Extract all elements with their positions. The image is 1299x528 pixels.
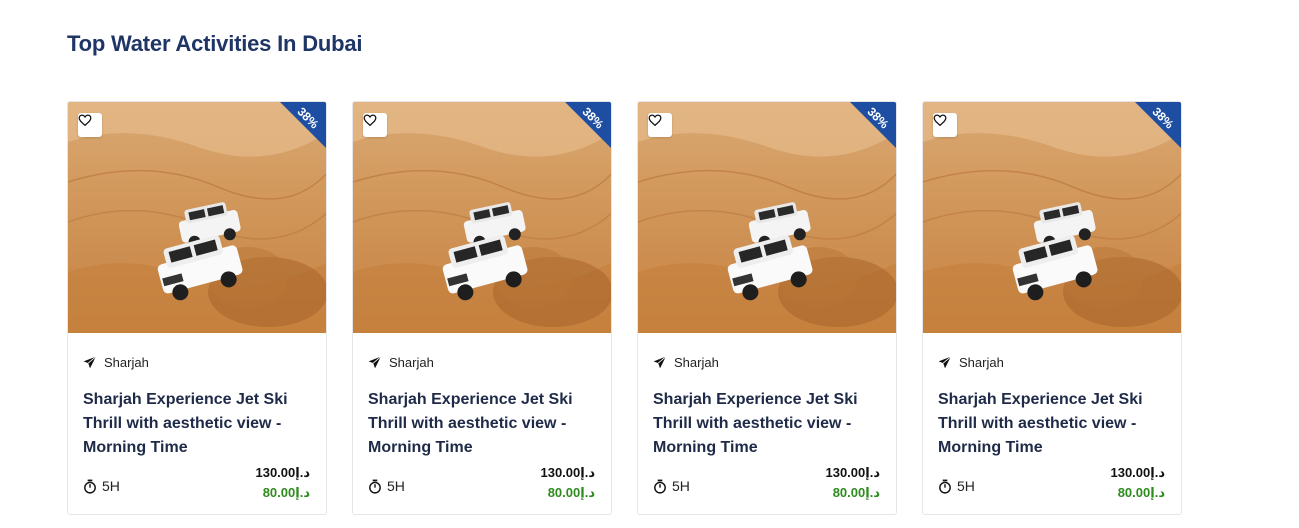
location-label: Sharjah	[389, 355, 434, 370]
new-price: 80.00د.إ	[832, 485, 880, 500]
location: Sharjah	[83, 355, 149, 370]
heart-icon	[78, 114, 92, 126]
heart-icon	[933, 114, 947, 126]
price-block: 130.00د.إ 80.00د.إ	[1110, 463, 1165, 503]
activity-title[interactable]: Sharjah Experience Jet Ski Thrill with a…	[368, 388, 588, 460]
send-icon	[83, 356, 97, 369]
activity-image[interactable]: 38%	[353, 102, 611, 333]
price-block: 130.00د.إ 80.00د.إ	[825, 463, 880, 503]
discount-badge: 38%	[565, 102, 611, 148]
duration: 5H	[653, 478, 690, 494]
location-label: Sharjah	[674, 355, 719, 370]
wishlist-button[interactable]	[363, 113, 387, 137]
duration: 5H	[938, 478, 975, 494]
old-price: 130.00د.إ	[1110, 465, 1165, 480]
activity-image[interactable]: 38%	[638, 102, 896, 333]
wishlist-button[interactable]	[933, 113, 957, 137]
activity-card[interactable]: 38% Sharjah Sharjah Experience Jet Ski T…	[637, 101, 897, 515]
location-label: Sharjah	[104, 355, 149, 370]
price-block: 130.00د.إ 80.00د.إ	[255, 463, 310, 503]
new-price: 80.00د.إ	[547, 485, 595, 500]
discount-badge: 38%	[280, 102, 326, 148]
activity-image[interactable]: 38%	[68, 102, 326, 333]
send-icon	[368, 356, 382, 369]
price-block: 130.00د.إ 80.00د.إ	[540, 463, 595, 503]
location: Sharjah	[368, 355, 434, 370]
duration: 5H	[83, 478, 120, 494]
activity-title[interactable]: Sharjah Experience Jet Ski Thrill with a…	[83, 388, 303, 460]
stopwatch-icon	[939, 479, 951, 494]
stopwatch-icon	[654, 479, 666, 494]
send-icon	[653, 356, 667, 369]
stopwatch-icon	[84, 479, 96, 494]
discount-badge: 38%	[1135, 102, 1181, 148]
location: Sharjah	[938, 355, 1004, 370]
activity-card[interactable]: 38% Sharjah Sharjah Experience Jet Ski T…	[67, 101, 327, 515]
location: Sharjah	[653, 355, 719, 370]
section-title: Top Water Activities In Dubai	[67, 31, 363, 56]
new-price: 80.00د.إ	[262, 485, 310, 500]
stopwatch-icon	[369, 479, 381, 494]
wishlist-button[interactable]	[648, 113, 672, 137]
activity-title[interactable]: Sharjah Experience Jet Ski Thrill with a…	[938, 388, 1158, 460]
duration-label: 5H	[672, 478, 690, 494]
send-icon	[938, 356, 952, 369]
activity-card[interactable]: 38% Sharjah Sharjah Experience Jet Ski T…	[922, 101, 1182, 515]
activity-card[interactable]: 38% Sharjah Sharjah Experience Jet Ski T…	[352, 101, 612, 515]
discount-badge: 38%	[850, 102, 896, 148]
duration-label: 5H	[387, 478, 405, 494]
new-price: 80.00د.إ	[1117, 485, 1165, 500]
duration: 5H	[368, 478, 405, 494]
old-price: 130.00د.إ	[540, 465, 595, 480]
wishlist-button[interactable]	[78, 113, 102, 137]
activity-image[interactable]: 38%	[923, 102, 1181, 333]
old-price: 130.00د.إ	[255, 465, 310, 480]
heart-icon	[648, 114, 662, 126]
duration-label: 5H	[957, 478, 975, 494]
activity-title[interactable]: Sharjah Experience Jet Ski Thrill with a…	[653, 388, 873, 460]
duration-label: 5H	[102, 478, 120, 494]
activity-card-list: 38% Sharjah Sharjah Experience Jet Ski T…	[67, 101, 1182, 515]
heart-icon	[363, 114, 377, 126]
old-price: 130.00د.إ	[825, 465, 880, 480]
location-label: Sharjah	[959, 355, 1004, 370]
